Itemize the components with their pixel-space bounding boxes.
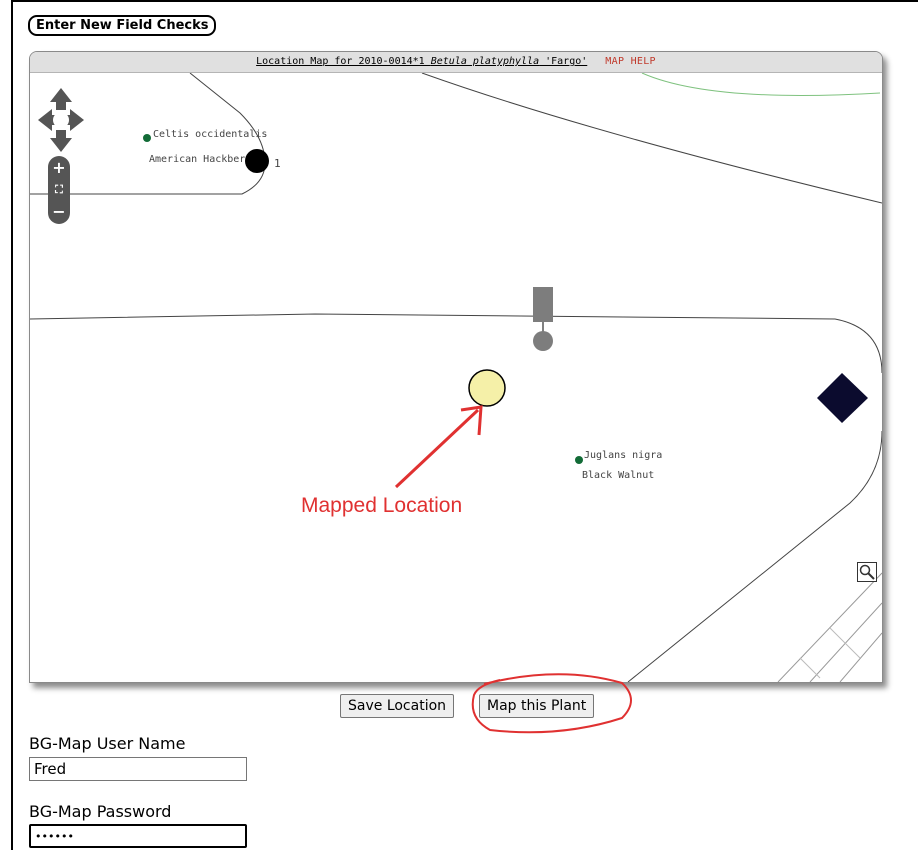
walnut-tree-dot[interactable] (575, 456, 583, 464)
map-header: Location Map for 2010-0014*1 Betula plat… (30, 52, 882, 73)
pan-arrows-icon[interactable] (38, 88, 84, 152)
zoom-extent-icon[interactable]: ⛶ (48, 180, 70, 200)
hackberry-marker[interactable] (245, 149, 269, 173)
zoom-out-icon[interactable]: − (48, 202, 70, 222)
hackberry-tree-dot[interactable] (143, 134, 151, 142)
password-label: BG-Map Password (29, 802, 172, 821)
mapped-location-marker[interactable] (468, 369, 506, 407)
zoom-control: + ⛶ − (48, 156, 70, 224)
save-location-button[interactable]: Save Location (340, 694, 455, 718)
building-marker[interactable] (817, 373, 868, 423)
hackberry-scientific-label: Celtis occidentalis (153, 129, 268, 140)
bed-grid-1 (777, 572, 882, 682)
username-input[interactable]: Fred (29, 757, 247, 781)
map-title-link[interactable]: Location Map for 2010-0014*1 Betula plat… (256, 56, 587, 67)
path-line-horizontal (30, 313, 882, 374)
hackberry-common-label: American Hackberry (149, 154, 246, 165)
walnut-scientific-label: Juglans nigra (584, 450, 663, 461)
hackberry-marker-label: 1 (274, 157, 281, 170)
walnut-common-label: Black Walnut (582, 470, 655, 481)
password-input[interactable]: •••••• (29, 824, 247, 848)
bed-grid-2 (799, 627, 861, 679)
location-map[interactable]: Location Map for 2010-0014*1 Betula plat… (29, 51, 883, 683)
feature-sign-dot[interactable] (533, 331, 553, 351)
green-path (641, 73, 881, 96)
mapped-location-annotation: Mapped Location (301, 494, 463, 517)
magnifier-icon[interactable] (857, 562, 877, 582)
path-line-top (421, 73, 882, 204)
feature-sign-rect[interactable] (533, 287, 553, 322)
zoom-in-icon[interactable]: + (48, 158, 70, 178)
map-help-link[interactable]: MAP HELP (605, 56, 656, 67)
map-this-plant-button[interactable]: Map this Plant (479, 694, 595, 718)
username-label: BG-Map User Name (29, 734, 186, 753)
enter-field-checks-button[interactable]: Enter New Field Checks (28, 15, 217, 36)
